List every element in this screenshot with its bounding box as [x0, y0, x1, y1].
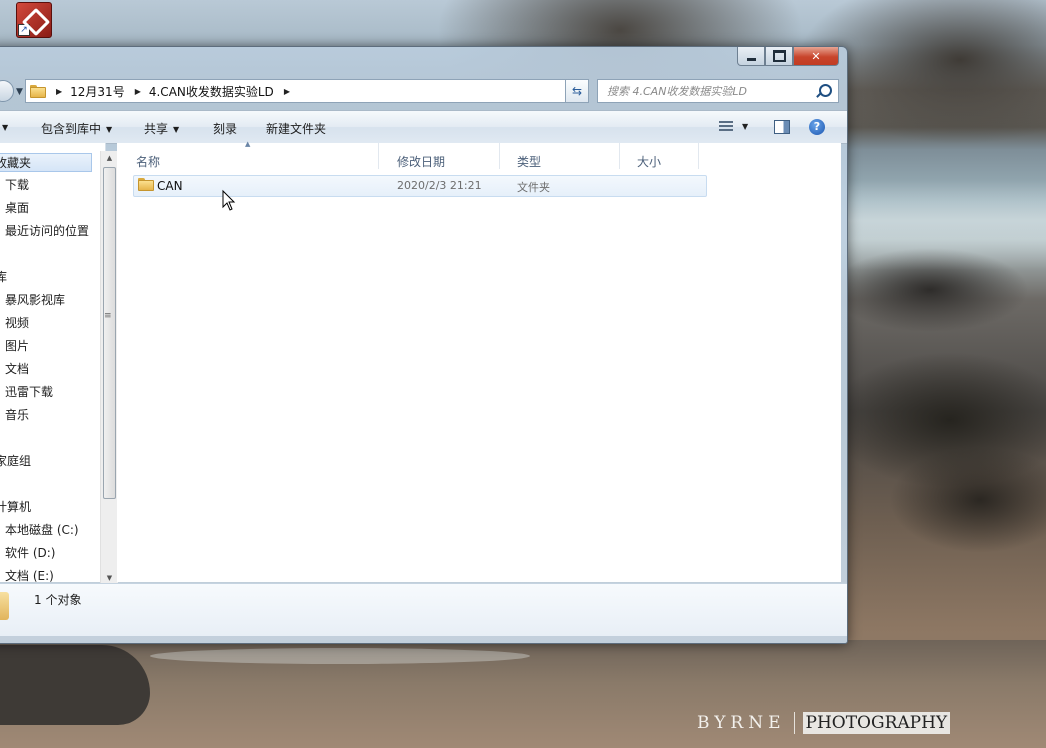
nav-computer[interactable]: 计算机	[0, 498, 31, 515]
shortcut-arrow-icon: ↗	[18, 24, 30, 36]
search-placeholder: 搜索 4.CAN收发数据实验LD	[607, 85, 748, 98]
nav-item-videos[interactable]: 视频	[5, 314, 29, 331]
minimize-button[interactable]	[737, 47, 765, 66]
preview-pane-icon[interactable]	[774, 120, 790, 134]
help-icon[interactable]: ?	[809, 119, 825, 135]
file-modified: 2020/2/3 21:21	[397, 179, 482, 192]
nav-item-drive-c[interactable]: 本地磁盘 (C:)	[5, 521, 79, 538]
mouse-cursor-icon	[222, 189, 236, 211]
refresh-button[interactable]: ⇆	[565, 79, 589, 103]
sort-ascending-icon: ▲	[245, 140, 251, 148]
navigation-pane: 收藏夹 下载 桌面 最近访问的位置 库 暴风影视库 视频 图片 文档 迅雷下载 …	[0, 143, 106, 582]
column-header-name[interactable]: 名称	[136, 153, 160, 170]
maximize-icon	[772, 50, 786, 62]
scroll-thumb[interactable]	[103, 167, 116, 499]
nav-item-recent-places[interactable]: 最近访问的位置	[5, 222, 89, 239]
include-in-library-button[interactable]: 包含到库中 ▼	[41, 120, 112, 137]
nav-scrollbar[interactable]: ▲ ≡ ▼	[100, 151, 118, 586]
file-name[interactable]: CAN	[157, 179, 183, 193]
wallpaper-foam	[150, 648, 530, 664]
folder-icon	[138, 178, 154, 191]
command-bar: ▼ 包含到库中 ▼ 共享 ▼ 刻录 新建文件夹 ▼ ?	[0, 110, 847, 144]
share-button[interactable]: 共享 ▼	[144, 120, 179, 137]
scroll-grip-icon: ≡	[104, 311, 112, 321]
photo-watermark: BYRNE PHOTOGRAPHY	[697, 711, 951, 735]
view-options-icon[interactable]	[719, 121, 733, 133]
column-divider[interactable]	[619, 143, 620, 169]
table-row[interactable]: CAN 2020/2/3 21:21 文件夹	[133, 175, 707, 197]
burn-button[interactable]: 刻录	[213, 120, 237, 137]
breadcrumb-separator-icon[interactable]: ▶	[56, 87, 62, 96]
breadcrumb-item[interactable]: 12月31号	[70, 83, 125, 100]
nav-item-desktop[interactable]: 桌面	[5, 199, 29, 216]
watermark-byrne: BYRNE	[697, 713, 786, 733]
minimize-icon	[746, 57, 756, 61]
nav-item-drive-d[interactable]: 软件 (D:)	[5, 544, 55, 561]
refresh-icon: ⇆	[571, 84, 583, 98]
new-folder-button[interactable]: 新建文件夹	[266, 120, 326, 137]
nav-item-thunder-downloads[interactable]: 迅雷下载	[5, 383, 53, 400]
close-icon: ✕	[811, 49, 821, 63]
column-header-modified[interactable]: 修改日期	[397, 153, 445, 170]
breadcrumb-separator-icon[interactable]: ▶	[284, 87, 290, 96]
nav-homegroup[interactable]: 家庭组	[0, 452, 31, 469]
wallpaper-waves	[840, 180, 1046, 270]
maximize-button[interactable]	[765, 47, 793, 66]
caption-buttons: ✕	[737, 47, 839, 66]
scroll-up-icon[interactable]: ▲	[101, 151, 118, 166]
desktop-app-icon[interactable]: ↗	[16, 2, 52, 38]
column-divider[interactable]	[698, 143, 699, 169]
recent-pages-dropdown-icon[interactable]: ▼	[16, 87, 23, 97]
watermark-separator	[793, 712, 795, 734]
nav-item-documents[interactable]: 文档	[5, 360, 29, 377]
nav-item-downloads[interactable]: 下载	[5, 176, 29, 193]
search-icon[interactable]	[819, 84, 832, 97]
nav-item-music[interactable]: 音乐	[5, 406, 29, 423]
search-input[interactable]: 搜索 4.CAN收发数据实验LD	[597, 79, 839, 103]
column-divider[interactable]	[378, 143, 379, 169]
breadcrumb-separator-icon[interactable]: ▶	[135, 87, 141, 96]
folder-icon	[30, 84, 46, 98]
wallpaper-rock	[0, 645, 150, 725]
nav-libraries[interactable]: 库	[0, 268, 7, 285]
item-count: 1 个对象	[34, 593, 82, 607]
breadcrumb-item[interactable]: 4.CAN收发数据实验LD	[149, 83, 274, 100]
nav-item-drive-e[interactable]: 文档 (E:)	[5, 567, 54, 582]
close-button[interactable]: ✕	[793, 47, 839, 66]
details-pane: 1 个对象	[0, 583, 847, 636]
column-header-size[interactable]: 大小	[637, 153, 661, 170]
nav-item-pictures[interactable]: 图片	[5, 337, 29, 354]
organize-button-fragment[interactable]: ▼	[0, 120, 8, 134]
explorer-window: ✕ ▼ ▶ 12月31号 ▶ 4.CAN收发数据实验LD ▶ ▼ ⇆ 搜索 4.…	[0, 46, 848, 644]
forward-button[interactable]	[0, 80, 14, 102]
address-bar[interactable]: ▶ 12月31号 ▶ 4.CAN收发数据实验LD ▶ ▼	[25, 79, 589, 103]
nav-item-baofeng-library[interactable]: 暴风影视库	[5, 291, 65, 308]
nav-favorites[interactable]: 收藏夹	[0, 153, 92, 172]
column-divider[interactable]	[499, 143, 500, 169]
watermark-photography: PHOTOGRAPHY	[802, 712, 951, 734]
view-dropdown-icon[interactable]: ▼	[742, 122, 748, 131]
folder-large-icon	[0, 592, 9, 620]
column-header-type[interactable]: 类型	[517, 153, 541, 170]
file-type: 文件夹	[517, 181, 550, 194]
